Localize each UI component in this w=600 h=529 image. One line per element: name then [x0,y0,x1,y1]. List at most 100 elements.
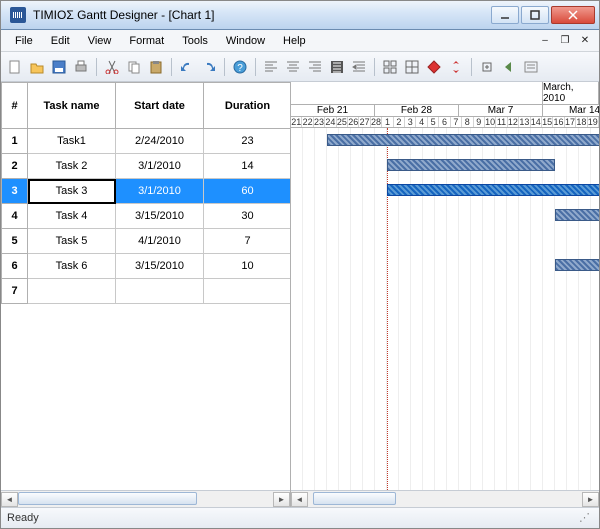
gantt-body[interactable] [291,128,599,490]
day-cell: 26 [348,117,359,127]
indent-icon[interactable] [349,57,369,77]
scroll-right-icon[interactable]: ► [582,492,599,507]
cell-duration[interactable] [204,279,291,304]
row-number[interactable]: 4 [2,204,28,229]
cell-task-name[interactable]: Task 6 [28,254,116,279]
menu-view[interactable]: View [80,33,120,49]
expand-icon[interactable] [477,57,497,77]
new-icon[interactable] [5,57,25,77]
undo-icon[interactable] [177,57,197,77]
cut-icon[interactable] [102,57,122,77]
table-row[interactable]: 4Task 43/15/201030 [2,204,291,229]
redo-icon[interactable] [199,57,219,77]
back-icon[interactable] [499,57,519,77]
row-number[interactable]: 1 [2,129,28,154]
shape-icon[interactable] [424,57,444,77]
cell-task-name[interactable]: Task 4 [28,204,116,229]
menu-file[interactable]: File [7,33,41,49]
cell-start-date[interactable]: 3/15/2010 [116,254,204,279]
gantt-bar[interactable] [387,184,599,196]
mdi-restore-icon[interactable]: ❐ [557,34,573,48]
day-cell: 14 [531,117,542,127]
cell-duration[interactable]: 30 [204,204,291,229]
col-duration[interactable]: Duration [204,83,291,129]
nav-icon[interactable] [446,57,466,77]
save-icon[interactable] [49,57,69,77]
day-cell: 17 [565,117,576,127]
align-left-icon[interactable] [261,57,281,77]
table-row[interactable]: 5Task 54/1/20107 [2,229,291,254]
row-number[interactable]: 5 [2,229,28,254]
right-scrollbar[interactable]: ◄ ► [291,490,599,507]
table-row[interactable]: 6Task 63/15/201010 [2,254,291,279]
gantt-bar[interactable] [555,259,599,271]
cell-task-name[interactable] [28,279,116,304]
row-number[interactable]: 6 [2,254,28,279]
menu-format[interactable]: Format [121,33,172,49]
scroll-left-icon[interactable]: ◄ [291,492,308,507]
table-row[interactable]: 2Task 23/1/201014 [2,154,291,179]
row-number[interactable]: 3 [2,179,28,204]
row-number[interactable]: 7 [2,279,28,304]
cell-task-name[interactable]: Task 3 [28,179,116,204]
month-cell [291,82,543,104]
cell-start-date[interactable]: 4/1/2010 [116,229,204,254]
mdi-minimize-icon[interactable]: – [537,34,553,48]
cell-task-name[interactable]: Task 5 [28,229,116,254]
cell-duration[interactable]: 60 [204,179,291,204]
left-scrollbar[interactable]: ◄ ► [1,490,290,507]
day-cell: 1 [382,117,393,127]
cell-task-name[interactable]: Task 2 [28,154,116,179]
minimize-button[interactable] [491,6,519,24]
cell-start-date[interactable]: 3/15/2010 [116,204,204,229]
grid2-icon[interactable] [402,57,422,77]
menu-edit[interactable]: Edit [43,33,78,49]
copy-icon[interactable] [124,57,144,77]
toolbar: ? [1,52,599,82]
gantt-bar[interactable] [327,134,599,146]
mdi-close-icon[interactable]: ✕ [577,34,593,48]
table-row[interactable]: 1Task12/24/201023 [2,129,291,154]
day-cell: 19 [588,117,599,127]
cell-duration[interactable]: 10 [204,254,291,279]
open-icon[interactable] [27,57,47,77]
table-row[interactable]: 7 [2,279,291,304]
align-right-icon[interactable] [305,57,325,77]
status-bar: Ready ⋰ [1,507,599,528]
col-num[interactable]: # [2,83,28,129]
align-center-icon[interactable] [283,57,303,77]
resize-grip-icon[interactable]: ⋰ [579,511,593,525]
menu-help[interactable]: Help [275,33,314,49]
cell-duration[interactable]: 23 [204,129,291,154]
cell-start-date[interactable]: 3/1/2010 [116,154,204,179]
today-line [387,128,388,490]
cell-duration[interactable]: 7 [204,229,291,254]
help-icon[interactable]: ? [230,57,250,77]
gantt-bar[interactable] [555,209,599,221]
menu-tools[interactable]: Tools [174,33,216,49]
config-icon[interactable] [521,57,541,77]
menu-bar: File Edit View Format Tools Window Help … [1,30,599,52]
maximize-button[interactable] [521,6,549,24]
row-number[interactable]: 2 [2,154,28,179]
scroll-right-icon[interactable]: ► [273,492,290,507]
menu-window[interactable]: Window [218,33,273,49]
close-button[interactable] [551,6,595,24]
col-name[interactable]: Task name [28,83,116,129]
col-start[interactable]: Start date [116,83,204,129]
scroll-left-icon[interactable]: ◄ [1,492,18,507]
task-table[interactable]: # Task name Start date Duration 1Task12/… [1,82,290,304]
cell-duration[interactable]: 14 [204,154,291,179]
table-row[interactable]: 3Task 33/1/201060 [2,179,291,204]
cell-start-date[interactable]: 2/24/2010 [116,129,204,154]
cell-start-date[interactable] [116,279,204,304]
gantt-bar[interactable] [387,159,555,171]
cell-start-date[interactable]: 3/1/2010 [116,179,204,204]
paste-icon[interactable] [146,57,166,77]
justify-icon[interactable] [327,57,347,77]
cell-task-name[interactable]: Task1 [28,129,116,154]
grid1-icon[interactable] [380,57,400,77]
day-cell: 15 [542,117,553,127]
print-icon[interactable] [71,57,91,77]
day-cell: 16 [553,117,564,127]
